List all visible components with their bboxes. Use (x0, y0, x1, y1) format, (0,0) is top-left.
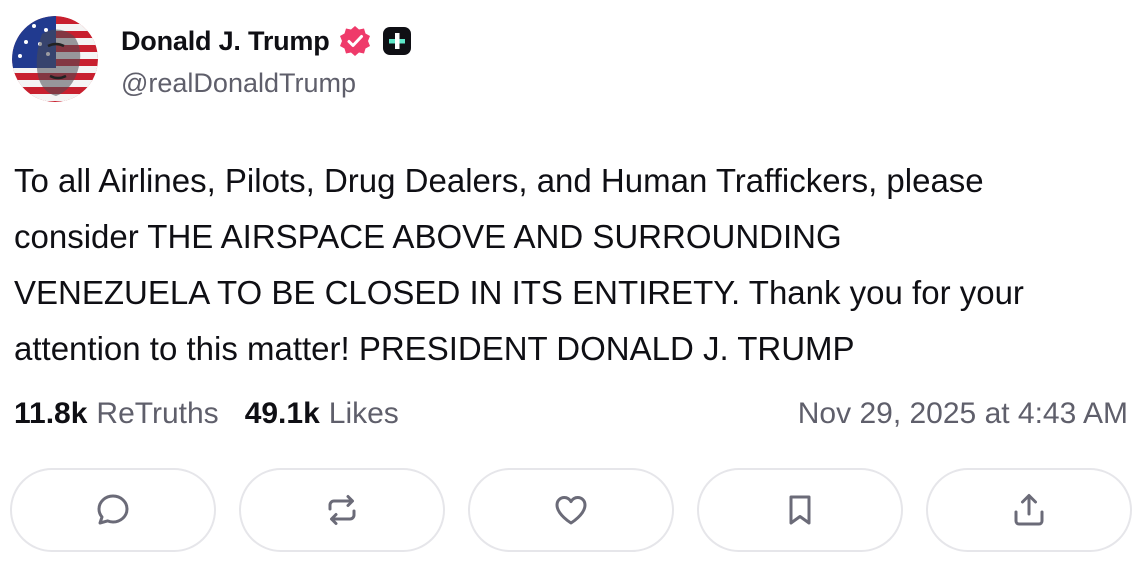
likes-label[interactable]: Likes (329, 397, 399, 431)
bookmark-button[interactable] (697, 468, 903, 552)
heart-icon (555, 496, 587, 525)
bookmark-icon (789, 495, 811, 525)
retruths-label[interactable]: ReTruths (96, 397, 218, 431)
retruth-button[interactable] (239, 468, 445, 552)
post-text: To all Airlines, Pilots, Drug Dealers, a… (14, 162, 1024, 367)
repost-icon (328, 495, 356, 525)
author-display-name[interactable]: Donald J. Trump (121, 26, 330, 57)
author-handle[interactable]: @realDonaldTrump (121, 68, 356, 99)
avatar-image (12, 16, 98, 102)
post-stats: 11.8k ReTruths 49.1k Likes (14, 397, 399, 431)
verified-badge-icon (339, 26, 370, 56)
comment-icon (97, 494, 129, 525)
post-timestamp: Nov 29, 2025 at 4:43 AM (797, 397, 1128, 430)
share-button[interactable] (926, 468, 1132, 552)
like-button[interactable] (468, 468, 674, 552)
truth-post: Donald J. Trump @realDonaldTrump To all … (0, 0, 1146, 580)
retruths-count[interactable]: 11.8k (14, 397, 87, 431)
plus-badge-icon (382, 27, 411, 55)
likes-count[interactable]: 49.1k (245, 397, 320, 431)
reply-button[interactable] (10, 468, 216, 552)
author-name-row: Donald J. Trump (121, 22, 412, 60)
avatar[interactable] (12, 16, 98, 102)
action-bar (10, 468, 1134, 556)
share-icon (1014, 494, 1044, 526)
